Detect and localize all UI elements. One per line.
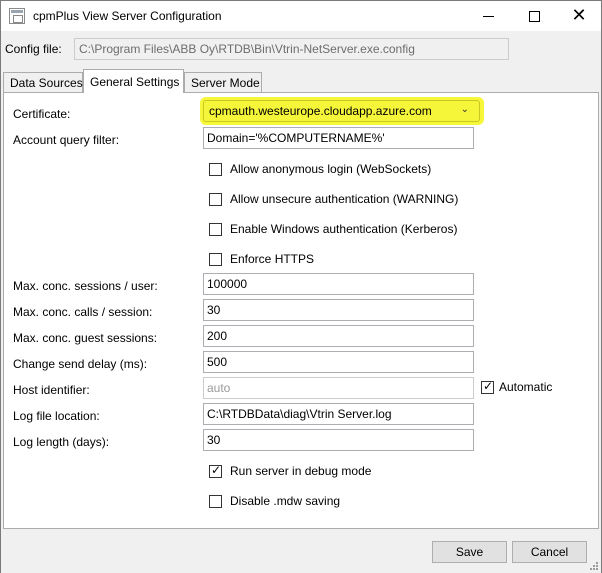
title-bar[interactable]: cpmPlus View Server Configuration ✕ bbox=[1, 1, 601, 31]
save-button[interactable]: Save bbox=[432, 541, 507, 563]
automatic-checkbox[interactable]: Automatic bbox=[481, 379, 553, 394]
disable-mdw-saving-checkbox[interactable]: Disable .mdw saving bbox=[209, 492, 340, 510]
certificate-label: Certificate: bbox=[13, 107, 71, 121]
checkbox-label: Enable Windows authentication (Kerberos) bbox=[230, 222, 458, 236]
checkbox-label: Allow unsecure authentication (WARNING) bbox=[230, 192, 459, 206]
allow-unsecure-checkbox[interactable]: Allow unsecure authentication (WARNING) bbox=[209, 190, 458, 208]
allow-anonymous-checkbox[interactable]: Allow anonymous login (WebSockets) bbox=[209, 160, 431, 178]
general-settings-panel: Certificate: cpmauth.westeurope.cloudapp… bbox=[3, 92, 599, 529]
close-icon: ✕ bbox=[571, 5, 587, 26]
checkbox-label: Allow anonymous login (WebSockets) bbox=[230, 162, 432, 176]
enforce-https-checkbox[interactable]: Enforce HTTPS bbox=[209, 250, 314, 268]
enable-windows-auth-checkbox[interactable]: Enable Windows authentication (Kerberos) bbox=[209, 220, 457, 238]
config-file-field[interactable]: C:\Program Files\ABB Oy\RTDB\Bin\Vtrin-N… bbox=[74, 38, 509, 60]
checkbox-box bbox=[209, 192, 222, 206]
window-title: cpmPlus View Server Configuration bbox=[33, 9, 222, 23]
max-calls-input[interactable]: 30 bbox=[203, 299, 474, 321]
checkbox-box bbox=[209, 494, 222, 508]
change-send-delay-label: Change send delay (ms): bbox=[13, 357, 148, 371]
checkbox-label: Run server in debug mode bbox=[230, 464, 372, 478]
checkbox-box bbox=[481, 379, 494, 394]
maximize-icon bbox=[528, 10, 540, 22]
checkbox-label: Disable .mdw saving bbox=[230, 494, 341, 508]
maximize-button[interactable] bbox=[511, 1, 557, 31]
log-file-location-input[interactable]: C:\RTDBData\diag\Vtrin Server.log bbox=[203, 403, 474, 425]
minimize-button[interactable] bbox=[465, 1, 511, 31]
max-calls-label: Max. conc. calls / session: bbox=[13, 305, 153, 319]
log-file-location-label: Log file location: bbox=[13, 409, 100, 423]
close-button[interactable]: ✕ bbox=[556, 1, 602, 31]
config-file-row: Config file: C:\Program Files\ABB Oy\RTD… bbox=[1, 37, 601, 61]
checkbox-box bbox=[209, 162, 222, 176]
checkbox-box bbox=[209, 222, 222, 236]
checkbox-label: Automatic bbox=[499, 380, 553, 394]
checkbox-box bbox=[209, 463, 222, 478]
host-identifier-input: auto bbox=[203, 377, 474, 399]
checkbox-box bbox=[209, 252, 222, 266]
max-sessions-input[interactable]: 100000 bbox=[203, 273, 474, 295]
tab-server-mode[interactable]: Server Mode bbox=[184, 72, 262, 92]
max-guest-sessions-label: Max. conc. guest sessions: bbox=[13, 331, 158, 345]
max-sessions-label: Max. conc. sessions / user: bbox=[13, 279, 158, 293]
certificate-value: cpmauth.westeurope.cloudapp.azure.com bbox=[209, 104, 432, 118]
minimize-icon bbox=[482, 15, 494, 17]
log-length-input[interactable]: 30 bbox=[203, 429, 474, 451]
configuration-window: cpmPlus View Server Configuration ✕ Conf… bbox=[0, 0, 602, 573]
account-filter-label: Account query filter: bbox=[13, 133, 120, 147]
max-guest-sessions-input[interactable]: 200 bbox=[203, 325, 474, 347]
tab-data-sources[interactable]: Data Sources bbox=[3, 72, 83, 92]
button-bar: Save Cancel bbox=[1, 531, 601, 573]
cancel-button[interactable]: Cancel bbox=[512, 541, 587, 563]
host-identifier-label: Host identifier: bbox=[13, 383, 90, 397]
debug-mode-checkbox[interactable]: Run server in debug mode bbox=[209, 462, 371, 480]
chevron-down-icon: ⌄ bbox=[460, 104, 469, 115]
change-send-delay-input[interactable]: 500 bbox=[203, 351, 474, 373]
config-file-label: Config file: bbox=[5, 42, 62, 56]
checkbox-label: Enforce HTTPS bbox=[230, 252, 315, 266]
account-filter-input[interactable]: Domain='%COMPUTERNAME%' bbox=[203, 127, 474, 149]
tab-general-settings[interactable]: General Settings bbox=[83, 69, 184, 93]
log-length-label: Log length (days): bbox=[13, 435, 110, 449]
resize-grip-icon[interactable] bbox=[589, 561, 599, 571]
app-window-icon bbox=[9, 8, 25, 24]
certificate-dropdown[interactable]: cpmauth.westeurope.cloudapp.azure.com ⌄ bbox=[203, 100, 480, 122]
